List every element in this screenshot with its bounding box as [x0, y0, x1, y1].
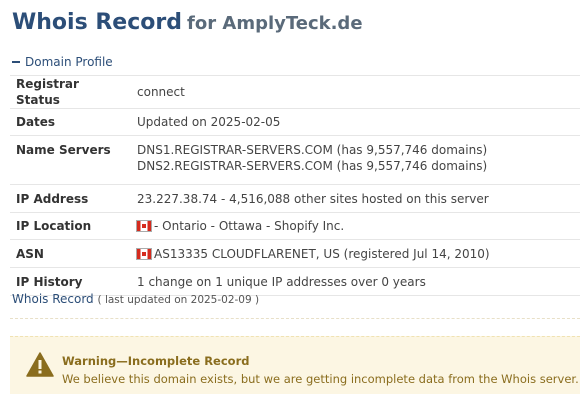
- row-value: Updated on 2025-02-05: [131, 108, 580, 136]
- page-title-domain: for AmplyTeck.de: [187, 13, 363, 34]
- page-title: Whois Record for AmplyTeck.de: [12, 10, 363, 35]
- incomplete-record-warning: Warning—Incomplete Record We believe thi…: [10, 336, 580, 394]
- collapse-minus-icon: [12, 60, 20, 63]
- whois-last-updated: ( last updated on 2025-02-09 ): [97, 294, 260, 306]
- warning-triangle-icon: [26, 352, 54, 377]
- table-row: IP Address 23.227.38.74 - 4,516,088 othe…: [10, 184, 580, 213]
- canada-flag-icon: [137, 221, 151, 231]
- row-label: IP Address: [10, 184, 131, 213]
- name-servers-value: DNS1.REGISTRAR-SERVERS.COM (has 9,557,74…: [131, 135, 580, 185]
- table-row: Name Servers DNS1.REGISTRAR-SERVERS.COM …: [10, 135, 580, 185]
- domain-profile-label: Domain Profile: [25, 55, 113, 69]
- table-row: IP Location - Ontario - Ottawa - Shopify…: [10, 212, 580, 240]
- domain-profile-table: Registrar Status connect Dates Updated o…: [10, 75, 580, 296]
- canada-flag-icon: [137, 248, 151, 259]
- table-row: Registrar Status connect: [10, 75, 580, 109]
- row-value: AS13335 CLOUDFLARENET, US (registered Ju…: [154, 246, 490, 261]
- row-label: Registrar Status: [10, 75, 131, 109]
- divider: [10, 318, 580, 319]
- page-title-main: Whois Record: [12, 10, 182, 35]
- name-server-2: DNS2.REGISTRAR-SERVERS.COM (has 9,557,74…: [137, 159, 488, 173]
- table-row: Dates Updated on 2025-02-05: [10, 108, 580, 136]
- row-value: connect: [131, 75, 580, 109]
- row-value: - Ontario - Ottawa - Shopify Inc.: [154, 219, 345, 233]
- row-label: ASN: [10, 239, 131, 268]
- whois-record-line: Whois Record ( last updated on 2025-02-0…: [12, 292, 259, 306]
- whois-page: Whois Record for AmplyTeck.de Domain Pro…: [0, 0, 582, 394]
- row-label: IP Location: [10, 212, 131, 240]
- domain-profile-toggle[interactable]: Domain Profile: [12, 55, 113, 69]
- warning-title: Warning—Incomplete Record: [62, 354, 250, 368]
- whois-record-link[interactable]: Whois Record: [12, 292, 94, 306]
- row-label: Name Servers: [10, 135, 131, 185]
- warning-message: We believe this domain exists, but we ar…: [62, 372, 579, 386]
- table-row: ASN AS13335 CLOUDFLARENET, US (registere…: [10, 239, 580, 268]
- ip-location-value: - Ontario - Ottawa - Shopify Inc.: [131, 212, 580, 240]
- name-server-1: DNS1.REGISTRAR-SERVERS.COM (has 9,557,74…: [137, 143, 488, 157]
- row-value: 23.227.38.74 - 4,516,088 other sites hos…: [131, 184, 580, 213]
- asn-value: AS13335 CLOUDFLARENET, US (registered Ju…: [131, 239, 580, 268]
- row-label: Dates: [10, 108, 131, 136]
